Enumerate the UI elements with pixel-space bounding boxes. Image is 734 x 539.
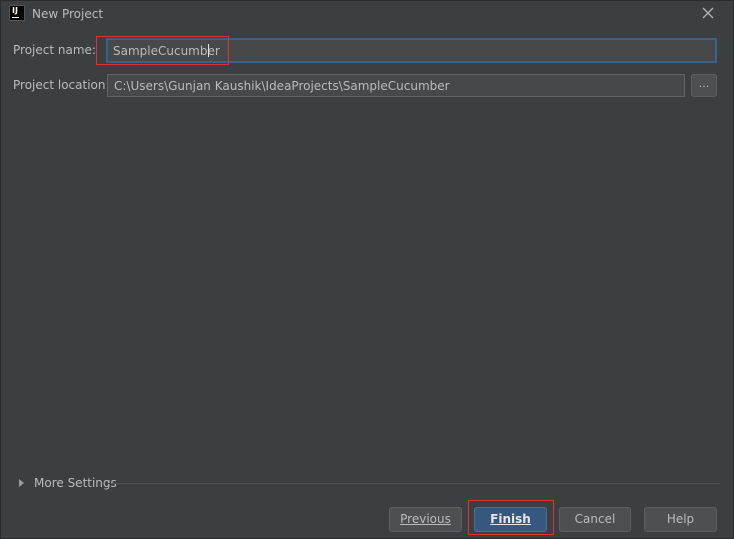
browse-button[interactable]: ... bbox=[691, 74, 717, 97]
help-button-label: Help bbox=[666, 512, 695, 526]
finish-button[interactable]: Finish bbox=[474, 507, 547, 532]
intellij-idea-icon: IJ bbox=[9, 5, 25, 21]
project-name-label: Project name: bbox=[13, 43, 96, 57]
project-name-input[interactable] bbox=[106, 38, 717, 63]
finish-button-label: Finish bbox=[490, 512, 531, 526]
app-icon-text: IJ bbox=[12, 6, 18, 15]
previous-button[interactable]: Previous bbox=[389, 507, 462, 532]
close-icon[interactable] bbox=[701, 6, 715, 20]
text-caret bbox=[208, 44, 209, 57]
window-title: New Project bbox=[32, 7, 104, 21]
cancel-button-label: Cancel bbox=[574, 512, 616, 526]
new-project-dialog: IJ New Project Project name: Project loc… bbox=[0, 0, 734, 539]
project-location-input[interactable] bbox=[107, 74, 685, 97]
title-bar: IJ New Project bbox=[1, 1, 733, 27]
project-location-label: Project location: bbox=[13, 78, 110, 92]
more-settings-label: More Settings bbox=[34, 476, 117, 490]
divider bbox=[108, 483, 720, 484]
expand-triangle-icon bbox=[19, 479, 24, 487]
cancel-button[interactable]: Cancel bbox=[559, 507, 631, 532]
help-button[interactable]: Help bbox=[644, 507, 717, 532]
previous-button-label: Previous bbox=[400, 512, 451, 526]
